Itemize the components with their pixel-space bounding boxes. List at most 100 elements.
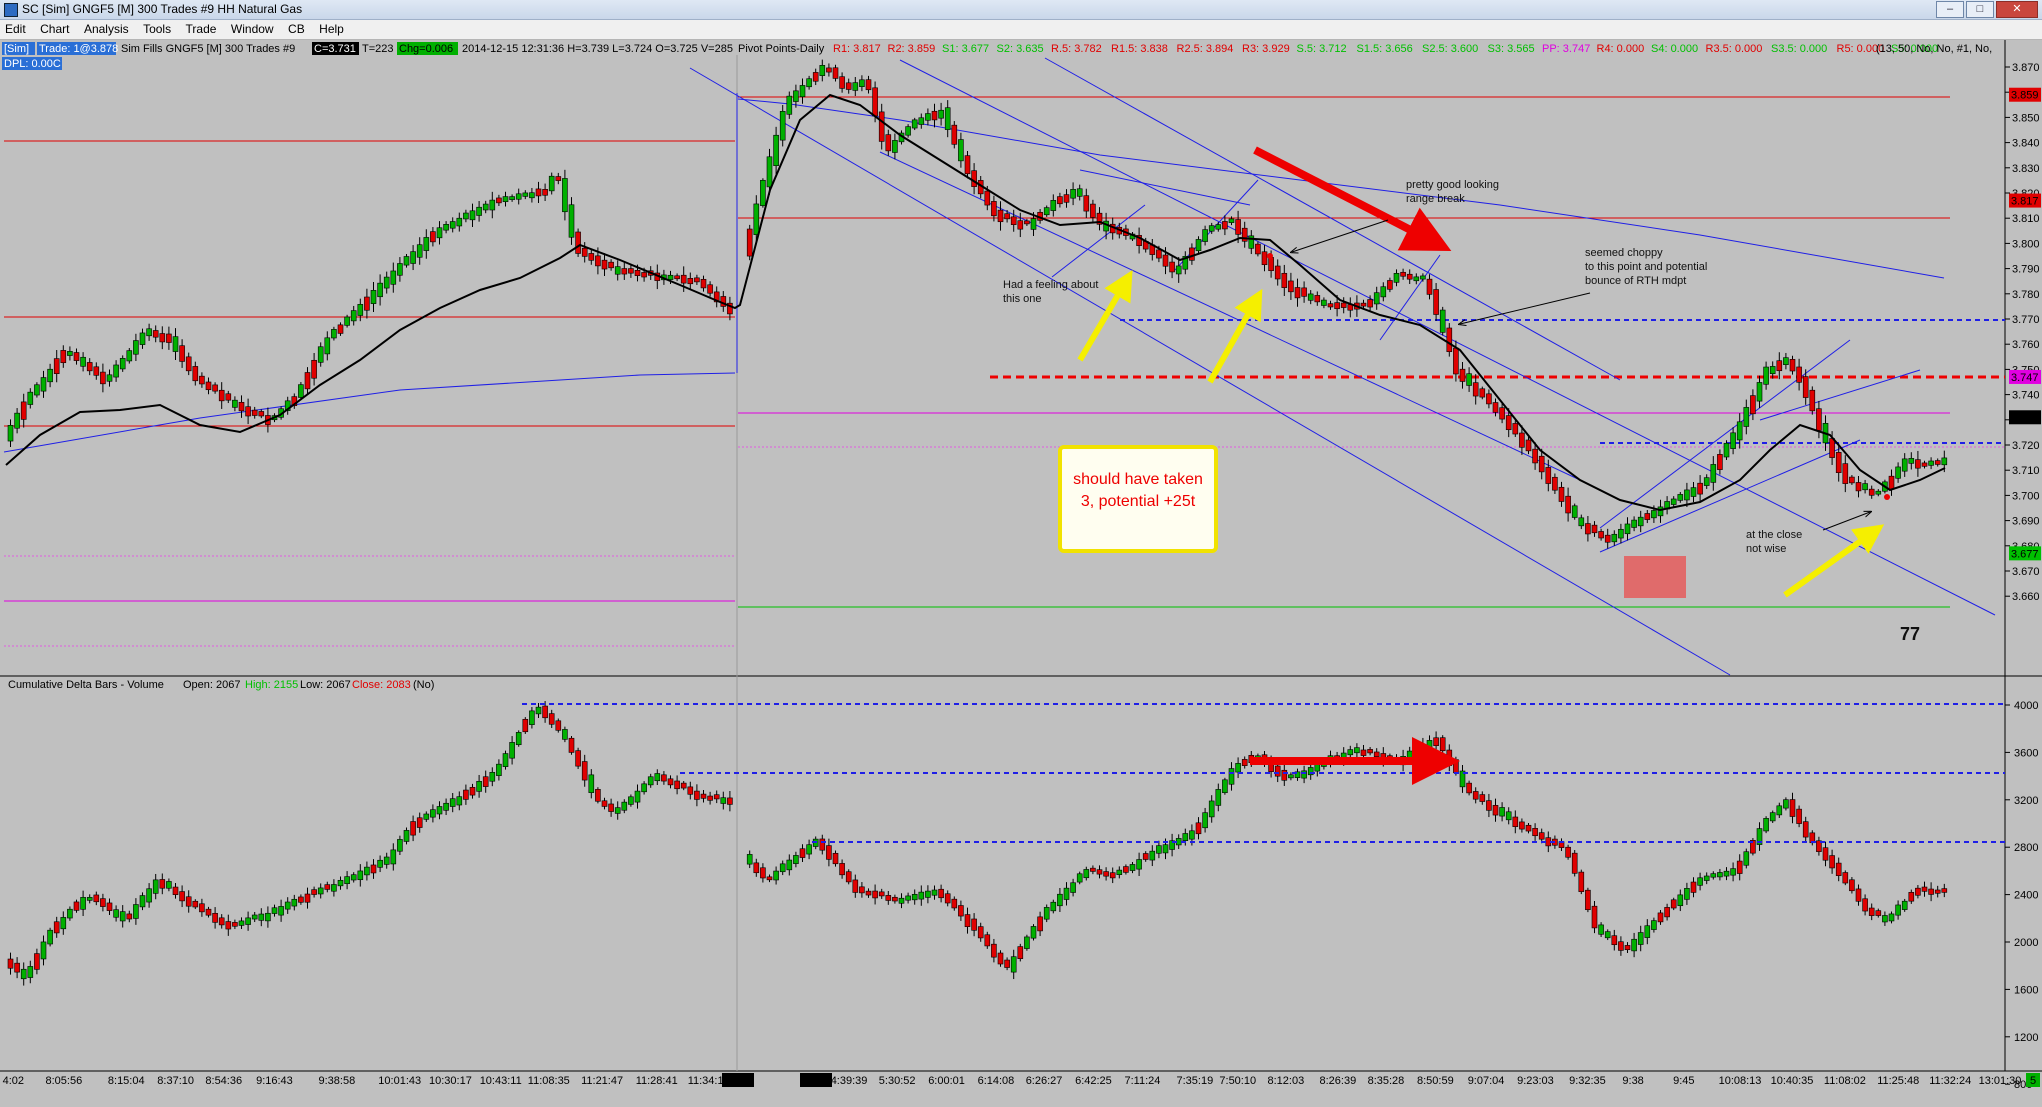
maximize-button[interactable]: □	[1966, 1, 1994, 18]
candle-down	[1525, 824, 1532, 832]
candle-down	[218, 917, 225, 926]
candle-down	[535, 188, 542, 197]
candle-up	[1763, 366, 1769, 385]
candle-up	[410, 251, 416, 264]
candle-down	[812, 72, 819, 82]
delta-tick-label: 4000	[2014, 700, 2038, 712]
candle-up	[1406, 750, 1413, 759]
time-tick-label: 11:21:47	[581, 1075, 623, 1087]
candle-down	[1222, 221, 1228, 230]
candle-up	[1030, 926, 1037, 939]
candle-up	[1618, 528, 1624, 539]
candle-down	[1670, 899, 1677, 909]
candle-up	[436, 806, 443, 815]
price-badge: 3.677	[2011, 548, 2039, 560]
candle-up	[1426, 740, 1433, 748]
delta-header: Cumulative Delta Bars - Volume Open: 206…	[8, 679, 434, 691]
time-tick-label: 9:23:03	[1517, 1075, 1554, 1087]
candle-down	[1472, 382, 1479, 397]
candle-up	[245, 917, 251, 925]
candle-up	[502, 753, 509, 767]
candle-down	[1644, 513, 1651, 520]
candle-up	[1769, 812, 1776, 822]
candle-up	[667, 274, 674, 280]
price-badge: 3.817	[2011, 196, 2039, 208]
candle-down	[1604, 534, 1611, 543]
time-tick-label: 11:32:24	[1929, 1075, 1971, 1087]
menu-tools[interactable]: Tools	[138, 20, 176, 36]
candle-up	[1202, 812, 1208, 829]
candle-down	[542, 189, 548, 196]
candle-up	[1162, 844, 1169, 854]
candle-up	[1076, 188, 1083, 197]
menu-trade[interactable]: Trade	[181, 20, 222, 36]
candle-down	[852, 879, 859, 893]
candle-down	[225, 921, 232, 930]
chart-canvas[interactable]: [Sim] Trade: 1@3.878 Sim Fills GNGF5 [M]…	[0, 40, 2042, 1107]
candle-down	[482, 776, 489, 787]
time-tick-label: 8:35:28	[1368, 1075, 1405, 1087]
candle-down	[1796, 366, 1802, 383]
candle-down	[1657, 912, 1664, 923]
candle-up	[80, 897, 86, 910]
candle-up	[1783, 799, 1789, 809]
price-badge: 3.747	[2011, 372, 2039, 384]
candle-up	[806, 844, 812, 855]
candle-up	[1717, 872, 1723, 878]
time-tick-label: 9:38:58	[319, 1075, 356, 1087]
pivot-label: S1: 3.677	[942, 43, 989, 55]
candle-up	[383, 276, 390, 289]
candle-down	[575, 231, 581, 254]
candle-up	[383, 856, 390, 865]
candle-down	[1142, 853, 1149, 860]
candle-down	[971, 918, 977, 931]
minimize-button[interactable]: –	[1936, 1, 1964, 18]
candle-up	[1070, 882, 1076, 893]
candle-down	[595, 255, 601, 267]
candle-down	[1565, 846, 1571, 858]
candle-up	[27, 391, 34, 405]
candle-down	[1802, 821, 1809, 838]
menu-chart[interactable]: Chart	[35, 20, 74, 36]
candle-down	[60, 350, 67, 364]
menu-help[interactable]: Help	[314, 20, 349, 36]
candle-up	[1651, 510, 1657, 519]
candle-down	[997, 952, 1004, 965]
candle-down	[1941, 888, 1948, 893]
candle-up	[654, 773, 661, 782]
candle-down	[555, 720, 562, 731]
menu-edit[interactable]: Edit	[0, 20, 31, 36]
candle-up	[1677, 894, 1684, 907]
candle-up	[925, 113, 931, 121]
pivot-label: R.5: 3.782	[1051, 43, 1102, 55]
candle-down	[522, 718, 529, 733]
candle-down	[1340, 302, 1347, 308]
candle-up	[496, 763, 502, 776]
tick-count: T=223	[362, 43, 394, 55]
candle-down	[1406, 273, 1413, 280]
menu-analysis[interactable]: Analysis	[79, 20, 134, 36]
candle-up	[1202, 229, 1208, 242]
candle-down	[1875, 910, 1882, 916]
delta-panel[interactable]	[0, 678, 2005, 1071]
menu-cb[interactable]: CB	[283, 20, 310, 36]
time-tick-label: 10:08:13	[1719, 1075, 1762, 1087]
candle-down	[608, 261, 614, 269]
chart-area[interactable]: [Sim] Trade: 1@3.878 Sim Fills GNGF5 [M]…	[0, 40, 2042, 1107]
menu-window[interactable]: Window	[226, 20, 279, 36]
candle-down	[1024, 220, 1030, 225]
candle-up	[430, 809, 436, 818]
candle-down	[575, 750, 581, 767]
corner-badge: 5	[2030, 1075, 2036, 1087]
candle-down	[1123, 866, 1129, 873]
price-panel[interactable]	[0, 40, 2005, 674]
time-tick-label: 8:26:39	[1320, 1075, 1357, 1087]
delta-title: Cumulative Delta Bars - Volume	[8, 679, 164, 691]
candle-up	[1941, 457, 1948, 466]
candle-up	[1637, 516, 1644, 527]
candle-down	[53, 358, 60, 374]
candle-down	[1816, 408, 1822, 431]
close-button[interactable]: ✕	[1996, 1, 2038, 18]
number-label: 77	[1900, 624, 1920, 644]
candle-down	[621, 268, 628, 275]
